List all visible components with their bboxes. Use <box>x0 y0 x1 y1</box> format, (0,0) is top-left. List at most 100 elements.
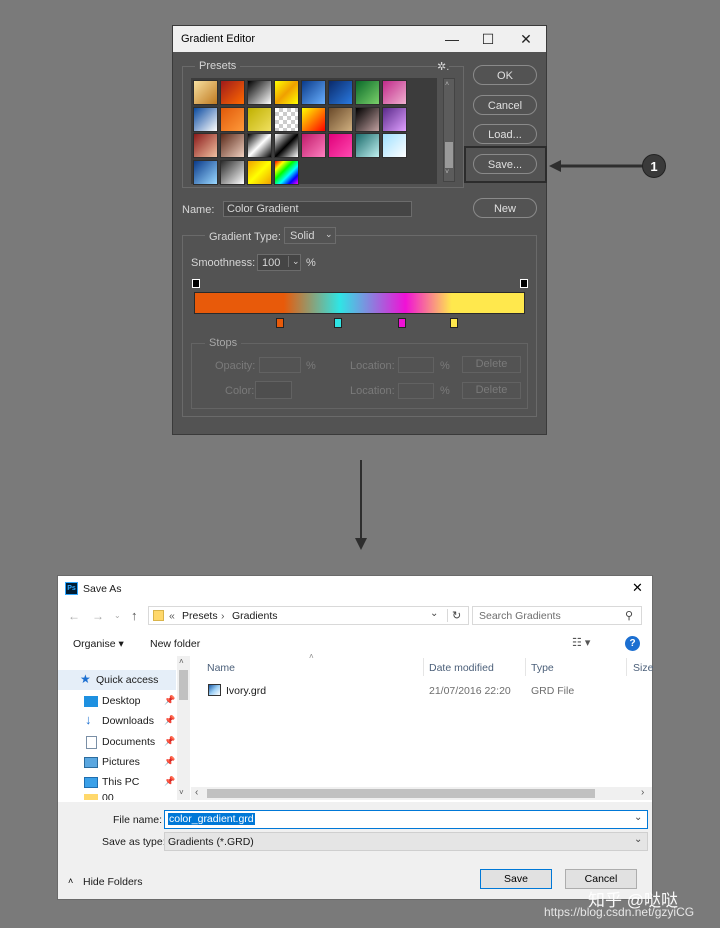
nav-desktop[interactable]: Desktop 📌 <box>58 691 176 711</box>
preset-swatch[interactable] <box>274 133 299 158</box>
preset-swatch[interactable] <box>220 80 245 105</box>
cancel-button[interactable]: Cancel <box>473 95 537 115</box>
ok-button[interactable]: OK <box>473 65 537 85</box>
new-folder-button[interactable]: New folder <box>150 638 200 650</box>
preset-swatch[interactable] <box>301 133 326 158</box>
recent-chevron-icon[interactable]: ⌄ <box>114 611 121 620</box>
preset-swatch[interactable] <box>274 159 299 185</box>
load-button[interactable]: Load... <box>473 124 537 144</box>
chevron-down-icon[interactable]: ⌄ <box>634 812 642 823</box>
preset-swatch[interactable] <box>328 133 353 158</box>
column-type[interactable]: Type <box>531 662 554 674</box>
forward-arrow-icon[interactable]: → <box>92 609 104 623</box>
new-button[interactable]: New <box>473 198 537 218</box>
nav-quick-access[interactable]: ★ Quick access <box>58 670 176 690</box>
nav-folder-00[interactable]: 00 <box>58 792 176 800</box>
close-button[interactable]: ✕ <box>509 26 543 52</box>
scroll-right-icon[interactable]: › <box>641 787 644 798</box>
preset-swatch[interactable] <box>382 80 407 105</box>
breadcrumb-gradients[interactable]: Gradients <box>232 610 278 622</box>
column-name[interactable]: Name <box>207 662 235 674</box>
preset-swatch[interactable] <box>328 80 353 105</box>
maximize-button[interactable]: ☐ <box>471 26 505 52</box>
search-placeholder[interactable]: Search Gradients <box>479 610 561 622</box>
preset-swatch[interactable] <box>382 106 407 132</box>
preset-swatch[interactable] <box>274 106 299 132</box>
preset-swatch[interactable] <box>220 106 245 132</box>
help-icon[interactable]: ? <box>625 636 640 651</box>
nav-scrollbar[interactable]: ˄ ˅ <box>177 656 190 800</box>
save-as-type-select[interactable]: Gradients (*.GRD) ⌄ <box>164 832 648 851</box>
search-box[interactable]: Search Gradients ⚲ <box>472 606 642 625</box>
preset-swatch[interactable] <box>193 106 218 132</box>
name-field[interactable]: Color Gradient <box>223 201 412 217</box>
column-date-modified[interactable]: Date modified <box>429 662 494 674</box>
preset-swatch[interactable] <box>355 106 380 132</box>
nav-this-pc[interactable]: This PC 📌 <box>58 772 176 792</box>
preset-swatch[interactable] <box>220 159 245 185</box>
chevron-up-icon[interactable]: ˄ <box>68 876 73 886</box>
preset-swatch[interactable] <box>193 133 218 158</box>
opacity-field[interactable] <box>259 357 301 373</box>
close-icon[interactable]: ✕ <box>632 580 643 596</box>
preset-swatch[interactable] <box>355 80 380 105</box>
file-name-input[interactable]: color_gradient.grd ⌄ <box>164 810 648 829</box>
breadcrumb-presets[interactable]: Presets <box>182 610 218 622</box>
preset-swatch[interactable] <box>301 106 326 132</box>
up-arrow-icon[interactable]: ↑ <box>131 608 138 623</box>
chevron-down-icon[interactable]: ⌄ <box>430 608 438 619</box>
scrollbar-thumb[interactable] <box>445 142 453 168</box>
smoothness-field[interactable]: 100 ⌄ <box>257 254 301 271</box>
gradient-preview-bar[interactable] <box>194 292 525 314</box>
minimize-button[interactable]: — <box>435 26 469 52</box>
address-bar[interactable]: « Presets › Gradients ⌄ ↻ <box>148 606 469 625</box>
preset-swatch[interactable] <box>355 133 380 158</box>
save-button[interactable]: Save... <box>473 154 537 174</box>
scroll-down-icon[interactable]: ˅ <box>445 169 449 176</box>
preset-swatch[interactable] <box>247 106 272 132</box>
save-button[interactable]: Save <box>480 869 552 889</box>
view-options-icon[interactable]: ☷ ▾ <box>572 636 590 649</box>
scrollbar-thumb[interactable] <box>207 789 595 798</box>
preset-swatch[interactable] <box>301 80 326 105</box>
scroll-down-icon[interactable]: ˅ <box>179 788 184 797</box>
scroll-up-icon[interactable]: ˄ <box>179 657 184 666</box>
nav-pictures[interactable]: Pictures 📌 <box>58 752 176 772</box>
preset-swatch[interactable] <box>193 159 218 185</box>
opacity-stop-left[interactable] <box>192 279 200 288</box>
color-stop-magenta[interactable] <box>398 318 406 328</box>
column-size[interactable]: Size <box>633 662 653 674</box>
preset-swatch[interactable] <box>328 106 353 132</box>
file-row[interactable]: Ivory.grd 21/07/2016 22:20 GRD File <box>198 681 648 701</box>
scrollbar-thumb[interactable] <box>179 670 188 700</box>
organise-menu[interactable]: Organise ▾ <box>73 638 124 650</box>
refresh-icon[interactable]: ↻ <box>447 609 461 622</box>
chevron-down-icon[interactable]: ⌄ <box>288 256 300 267</box>
opacity-location-field[interactable] <box>398 357 434 373</box>
scroll-up-icon[interactable]: ˄ <box>445 81 449 88</box>
color-swatch-field[interactable] <box>255 381 292 399</box>
color-stop-orange[interactable] <box>276 318 284 328</box>
preset-swatch[interactable] <box>193 80 218 105</box>
preset-swatch[interactable] <box>274 80 299 105</box>
preset-swatch[interactable] <box>247 80 272 105</box>
preset-swatch[interactable] <box>247 159 272 185</box>
presets-scrollbar[interactable]: ˄ ˅ <box>443 78 455 182</box>
preset-swatch[interactable] <box>220 133 245 158</box>
color-delete-button[interactable]: Delete <box>462 382 521 399</box>
color-location-field[interactable] <box>398 383 434 399</box>
back-arrow-icon[interactable]: ← <box>68 609 80 623</box>
scroll-left-icon[interactable]: ‹ <box>195 787 198 798</box>
color-stop-yellow[interactable] <box>450 318 458 328</box>
gear-icon[interactable]: ✲. <box>437 60 450 73</box>
preset-swatch[interactable] <box>382 133 407 158</box>
color-stop-cyan[interactable] <box>334 318 342 328</box>
opacity-stop-right[interactable] <box>520 279 528 288</box>
preset-swatch[interactable] <box>247 133 272 158</box>
nav-documents[interactable]: Documents 📌 <box>58 732 176 752</box>
file-list-hscrollbar[interactable]: ‹ › <box>191 787 652 800</box>
hide-folders-button[interactable]: Hide Folders <box>83 876 143 888</box>
opacity-delete-button[interactable]: Delete <box>462 356 521 373</box>
nav-downloads[interactable]: ↓ Downloads 📌 <box>58 711 176 731</box>
gradient-type-select[interactable]: Solid ⌄ <box>284 227 336 244</box>
